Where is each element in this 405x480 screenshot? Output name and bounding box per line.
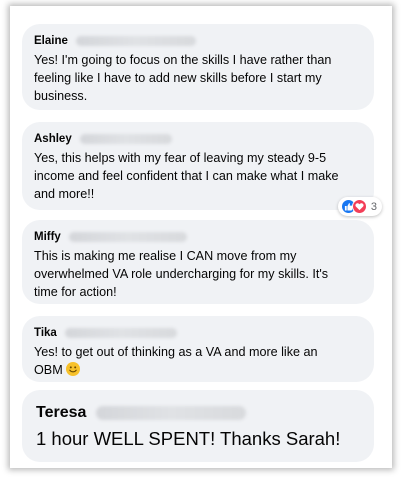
comment-bubble: Elaine Yes! I'm going to focus on the sk…: [22, 24, 374, 110]
commenter-name[interactable]: Tika: [34, 327, 57, 339]
love-icon: [351, 199, 367, 214]
redacted-surname: [75, 36, 196, 46]
comment-bubble: Miffy This is making me realise I CAN mo…: [22, 220, 374, 304]
comment-text: Yes, this helps with my fear of leaving …: [34, 151, 339, 201]
redacted-surname: [68, 232, 187, 242]
commenter-name[interactable]: Ashley: [34, 133, 72, 145]
comment-text: Yes! to get out of thinking as a VA and …: [34, 343, 362, 379]
comment-bubble: Teresa 1 hour WELL SPENT! Thanks Sarah!: [22, 390, 374, 462]
comment-bubble: Ashley Yes, this helps with my fear of l…: [22, 122, 382, 216]
reactions-summary[interactable]: 3: [337, 197, 382, 216]
smiling-face-emoji-icon: [65, 362, 80, 376]
redacted-surname: [64, 328, 177, 338]
commenter-name[interactable]: Teresa: [36, 404, 86, 422]
redacted-surname: [96, 406, 247, 420]
comment-header: Tika: [34, 326, 362, 340]
comment-text: This is making me realise I CAN move fro…: [34, 249, 329, 299]
comment-text: Yes! I'm going to focus on the skills I …: [34, 53, 332, 103]
comment-header: Elaine: [34, 34, 362, 48]
screenshot-frame: Elaine Yes! I'm going to focus on the sk…: [10, 6, 392, 468]
commenter-name[interactable]: Elaine: [34, 35, 68, 47]
commenter-name[interactable]: Miffy: [34, 231, 61, 243]
comment-header: Miffy: [34, 230, 362, 244]
comment-text: 1 hour WELL SPENT! Thanks Sarah!: [36, 428, 341, 449]
redacted-surname: [79, 134, 172, 144]
comment-header: Ashley: [34, 132, 362, 146]
comment-bubble: Tika Yes! to get out of thinking as a VA…: [22, 316, 374, 382]
comment-header: Teresa: [36, 403, 362, 423]
reaction-count: 3: [370, 200, 377, 213]
